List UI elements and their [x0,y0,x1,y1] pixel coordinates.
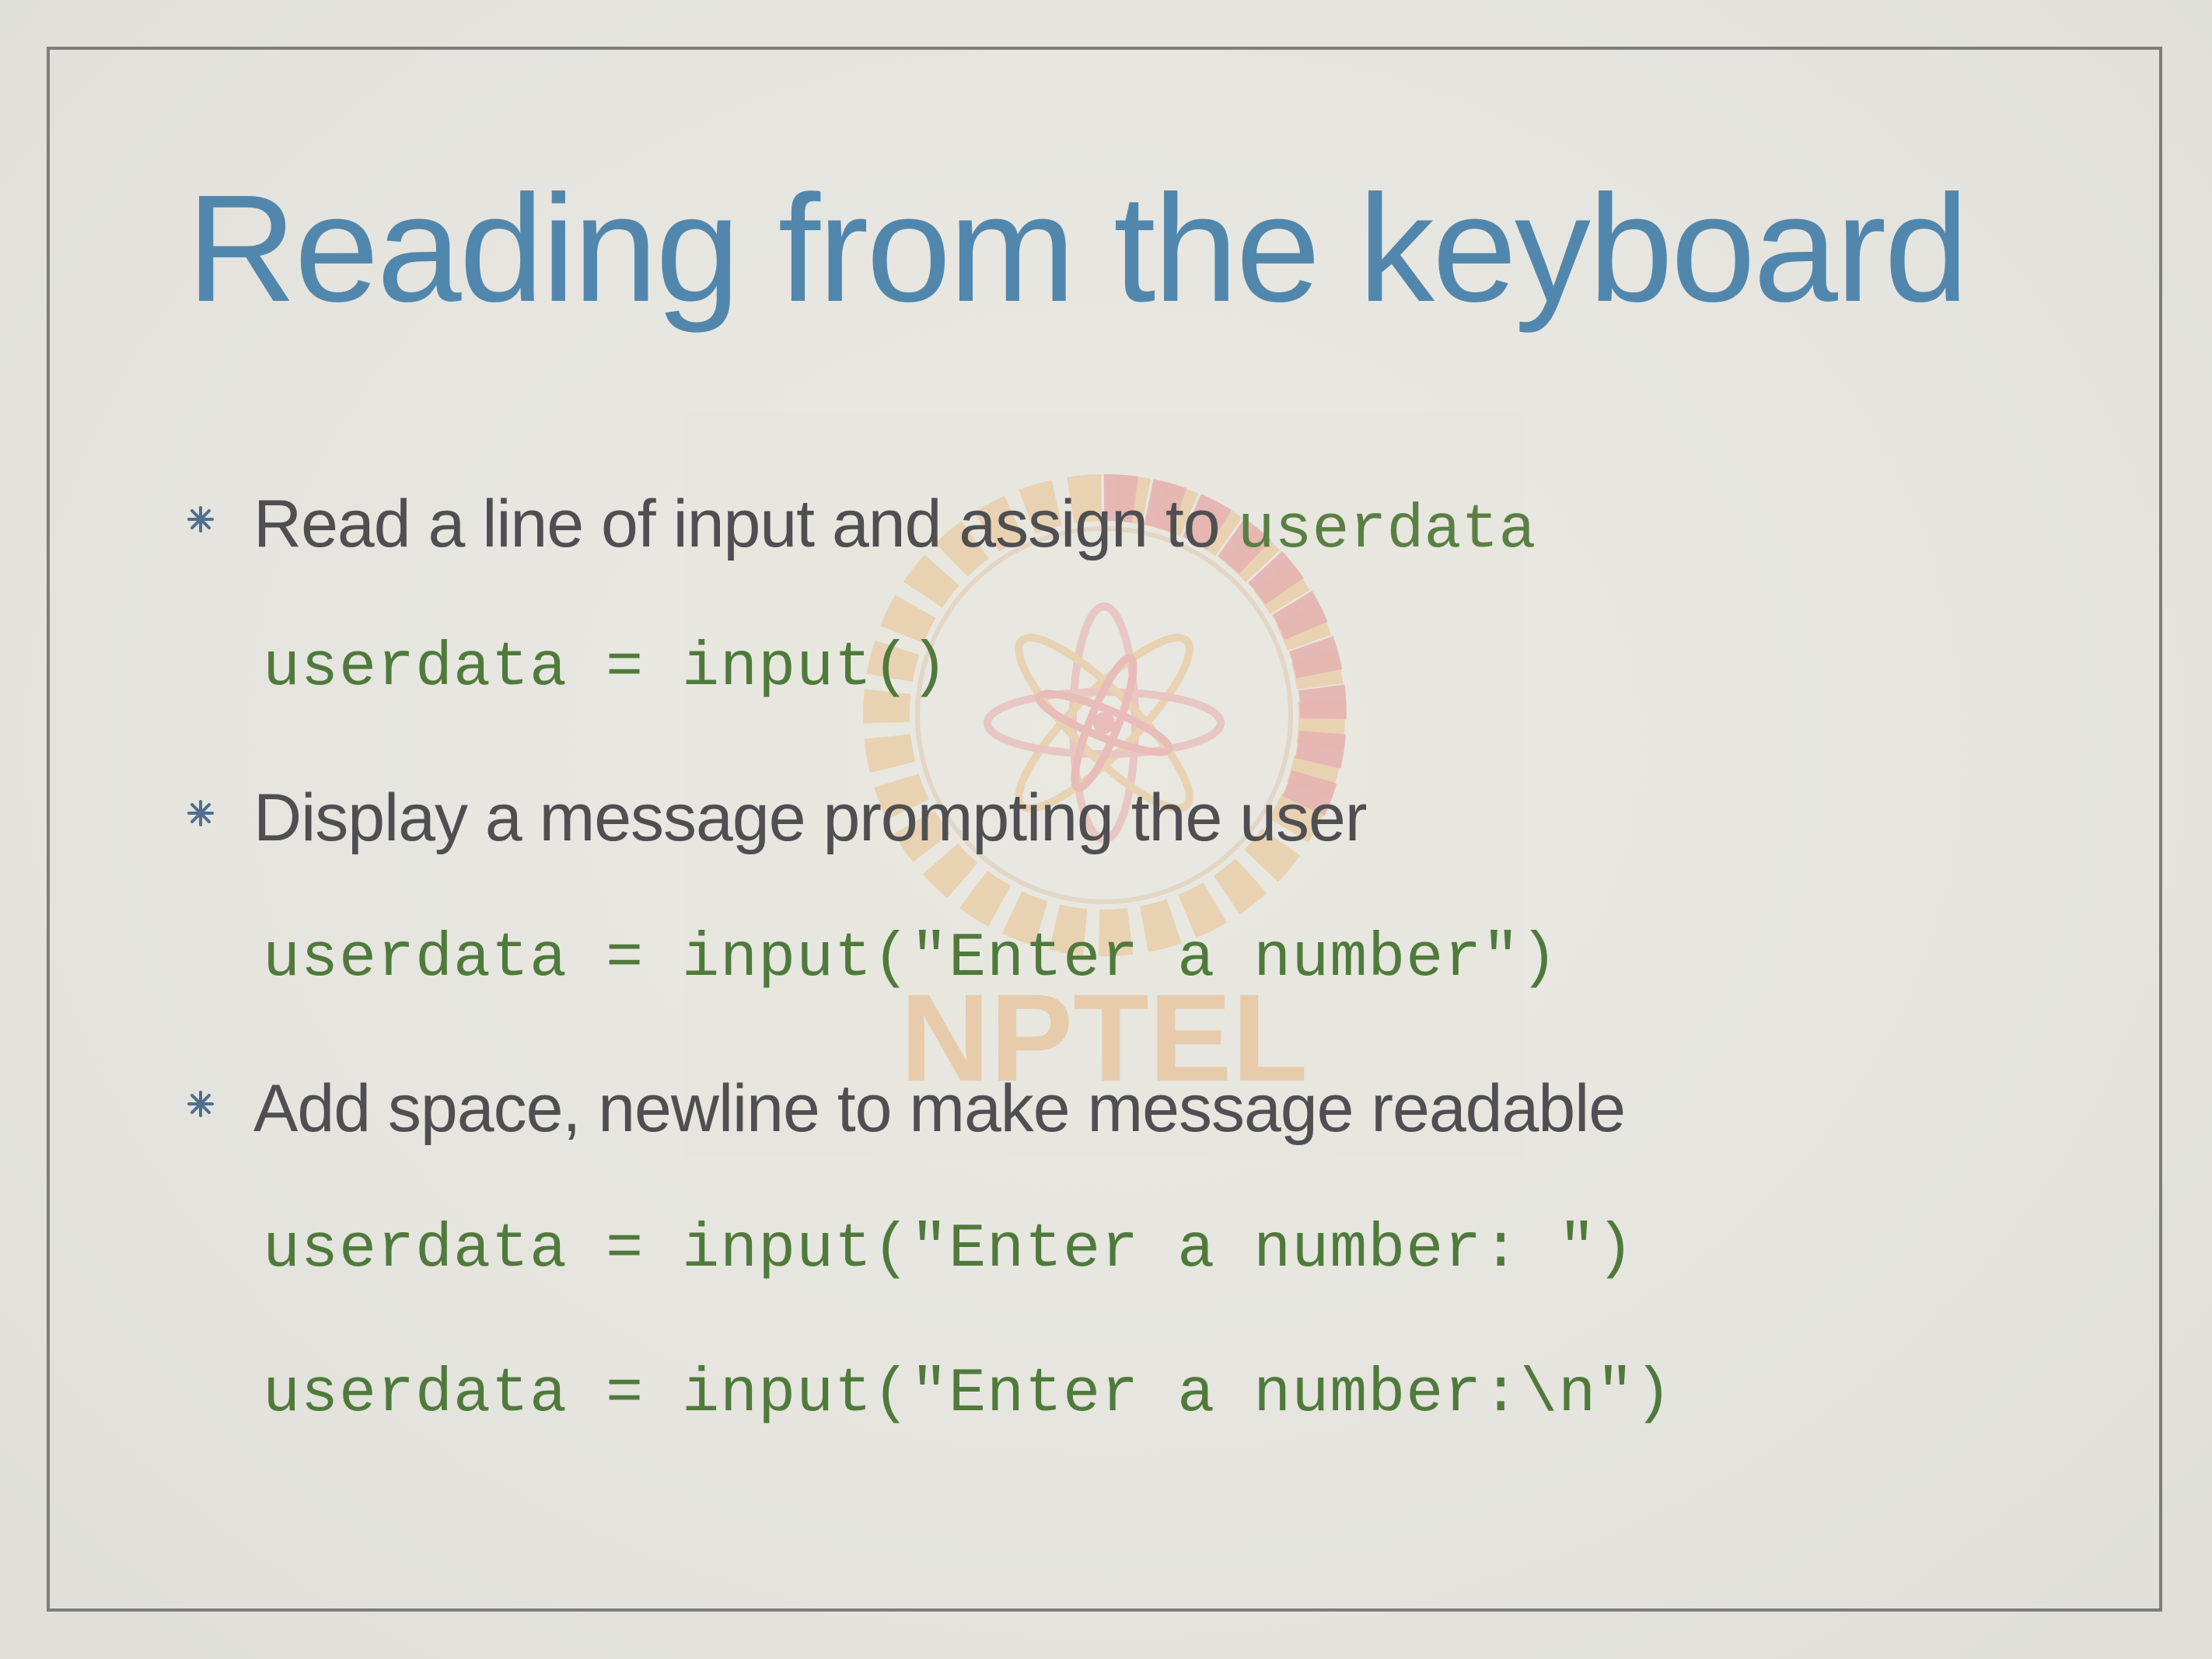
bullet-text-label: Read a line of input and assign to [253,487,1238,561]
inline-code: userdata [1237,495,1536,566]
slide-title: Reading from the keyboard [187,163,1969,334]
code-line: userdata = input("Enter a number: ") [263,1214,1635,1285]
bullet-text: Read a line of input and assign to userd… [253,485,1536,570]
asterisk-bullet-icon [187,800,214,826]
code-line: userdata = input("Enter a number") [263,924,1559,994]
code-line: userdata = input() [263,633,949,704]
bullet-text: Display a message prompting the user [253,781,1368,855]
bullet-text: Add space, newline to make message reada… [253,1071,1626,1146]
slide: NPTEL Reading from the keyboard Read a l… [0,0,2212,1659]
asterisk-bullet-icon [187,506,214,533]
asterisk-bullet-icon [187,1091,214,1117]
code-line: userdata = input("Enter a number:\n") [263,1359,1673,1430]
